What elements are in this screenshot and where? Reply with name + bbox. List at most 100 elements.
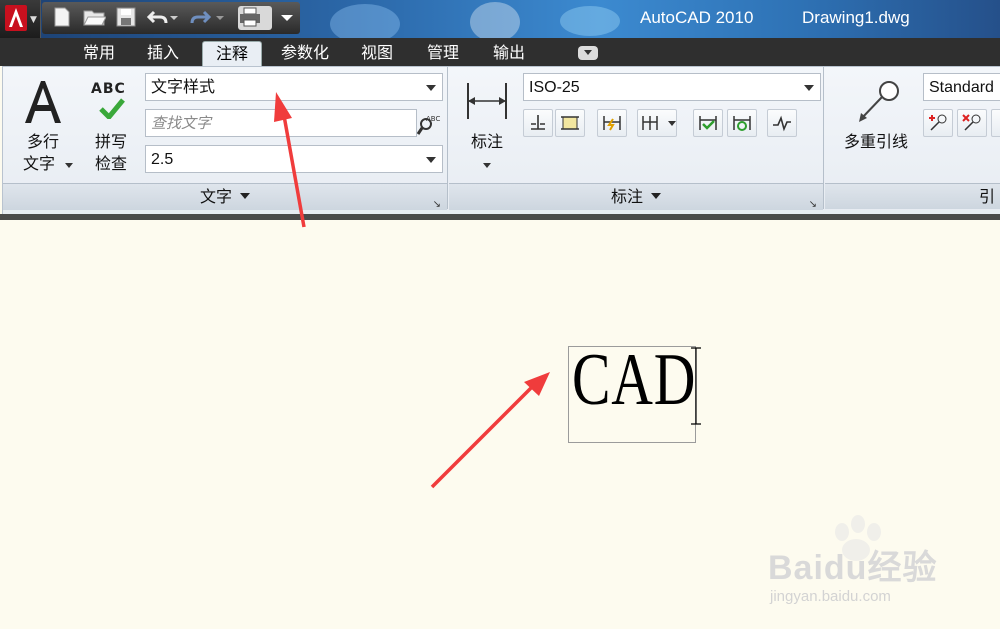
undo-icon: [146, 10, 168, 24]
leader-panel-footer[interactable]: 引: [825, 183, 1000, 209]
plot-button[interactable]: [238, 6, 272, 30]
chevron-down-icon: ▼: [30, 15, 37, 25]
watermark-brand: Baidu经验: [768, 549, 938, 587]
panel-divider: [447, 67, 448, 209]
dim-continue-button[interactable]: [637, 109, 677, 137]
tab-output[interactable]: 输出: [484, 41, 534, 65]
text-cursor-icon: [691, 347, 701, 425]
document-name: Drawing1.dwg: [802, 8, 910, 27]
chevron-down-icon: [281, 15, 293, 21]
find-text-input[interactable]: 查找文字: [145, 109, 417, 137]
text-panel: 多行 文字 ABC 拼写 检查 文字样式 查找文字 ABC 2.5 文字 ↘: [3, 67, 447, 210]
new-file-button[interactable]: [50, 6, 76, 30]
undo-dropdown[interactable]: [168, 6, 180, 30]
add-leader-button[interactable]: [923, 109, 953, 137]
window-title: AutoCAD 2010: [640, 8, 754, 27]
spell-check-abc-text: ABC: [91, 81, 126, 97]
multileader-button[interactable]: 多重引线: [831, 73, 921, 181]
text-panel-footer[interactable]: 文字 ↘: [3, 183, 447, 210]
dim-space-button[interactable]: [523, 109, 553, 137]
dim-inspect-button[interactable]: [597, 109, 627, 137]
redo-dropdown[interactable]: [214, 6, 226, 30]
multiline-text-button[interactable]: 多行 文字: [13, 73, 73, 181]
letter-a-icon: [25, 81, 61, 123]
text-style-value: 文字样式: [151, 79, 216, 96]
tab-annotate[interactable]: 注释: [202, 41, 262, 66]
dim-break-button[interactable]: [555, 109, 585, 137]
redo-icon: [190, 10, 212, 24]
align-leader-button[interactable]: [991, 109, 1000, 137]
spell-label-line1: 拼写: [94, 132, 127, 151]
remove-leader-button[interactable]: [957, 109, 987, 137]
dim-break-icon: [561, 116, 579, 130]
watermark-url: jingyan.baidu.com: [770, 588, 891, 605]
chevron-down-icon: [426, 157, 436, 168]
dim-update-icon: [699, 116, 717, 130]
tab-parametric[interactable]: 参数化: [270, 41, 340, 65]
text-height-value: 2.5: [151, 151, 174, 168]
chevron-down-icon: [668, 121, 676, 126]
add-leader-icon: [929, 114, 947, 131]
tab-insert[interactable]: 插入: [138, 41, 188, 65]
dimension-style-select[interactable]: ISO-25: [523, 73, 821, 101]
chevron-down-icon: [804, 85, 814, 96]
spell-label-line2: 检查: [94, 154, 127, 173]
qat-customize-dropdown[interactable]: [278, 6, 296, 30]
save-button[interactable]: [114, 6, 140, 30]
chevron-down-icon: [651, 193, 661, 204]
redo-button[interactable]: [188, 6, 214, 30]
dim-space-icon: [531, 115, 545, 130]
text-style-select[interactable]: 文字样式: [145, 73, 443, 101]
tab-home[interactable]: 常用: [74, 41, 124, 65]
chevron-down-icon: [240, 193, 250, 204]
leader-panel-title: 引: [978, 187, 995, 206]
open-folder-icon: [83, 10, 107, 26]
application-menu-button[interactable]: ▼: [0, 0, 41, 38]
dim-inspect-icon: [603, 116, 621, 131]
multileader-label: 多重引线: [843, 132, 908, 151]
text-panel-title: 文字: [199, 187, 232, 206]
chevron-down-icon: [170, 16, 178, 20]
ribbon-minimize-button[interactable]: [578, 46, 598, 60]
leader-panel: 多重引线 Standard 引: [825, 67, 1000, 209]
tab-manage[interactable]: 管理: [418, 41, 468, 65]
multileader-icon: [859, 81, 899, 122]
linear-dimension-icon: [467, 83, 507, 119]
new-file-icon: [54, 7, 70, 27]
dim-reassociate-icon: [733, 116, 751, 131]
multileader-style-value: Standard: [929, 79, 994, 96]
find-replace-icon: ABC: [416, 115, 440, 135]
text-height-select[interactable]: 2.5: [145, 145, 443, 173]
plot-icon: [240, 7, 260, 27]
find-text-button[interactable]: ABC: [416, 111, 443, 137]
dimension-panel: 标注 ISO-25 标注 ↘: [449, 67, 823, 210]
checkmark-icon: [99, 98, 125, 119]
dim-jog-icon: [773, 115, 791, 132]
panel-divider: [823, 67, 824, 209]
chevron-down-icon: [65, 163, 73, 168]
quick-access-toolbar: [42, 2, 300, 34]
dim-update-button[interactable]: [693, 109, 723, 137]
mtext-label-line1: 多行: [26, 132, 59, 151]
dim-reassociate-button[interactable]: [727, 109, 757, 137]
dim-continue-icon: [642, 116, 658, 130]
open-button[interactable]: [82, 6, 108, 30]
dimension-panel-footer[interactable]: 标注 ↘: [449, 183, 823, 210]
mtext-content[interactable]: CAD: [572, 338, 696, 423]
multileader-style-select[interactable]: Standard: [923, 73, 1000, 101]
remove-leader-icon: [962, 114, 981, 131]
chevron-down-icon: [216, 16, 224, 20]
tab-view[interactable]: 视图: [352, 41, 402, 65]
save-icon: [116, 7, 136, 27]
dimension-label: 标注: [470, 132, 503, 151]
dimension-button[interactable]: 标注: [459, 73, 515, 181]
autocad-logo-icon: [5, 5, 27, 31]
spell-check-button[interactable]: ABC 拼写 检查: [81, 73, 141, 181]
dimension-panel-title: 标注: [610, 187, 643, 206]
title-bar-glow: [560, 6, 620, 36]
chevron-down-icon: [483, 163, 491, 168]
dimension-style-value: ISO-25: [529, 79, 580, 96]
ribbon: 多行 文字 ABC 拼写 检查 文字样式 查找文字 ABC 2.5 文字 ↘ 标…: [2, 66, 1000, 216]
find-text-placeholder: 查找文字: [151, 115, 212, 132]
dim-jog-button[interactable]: [767, 109, 797, 137]
